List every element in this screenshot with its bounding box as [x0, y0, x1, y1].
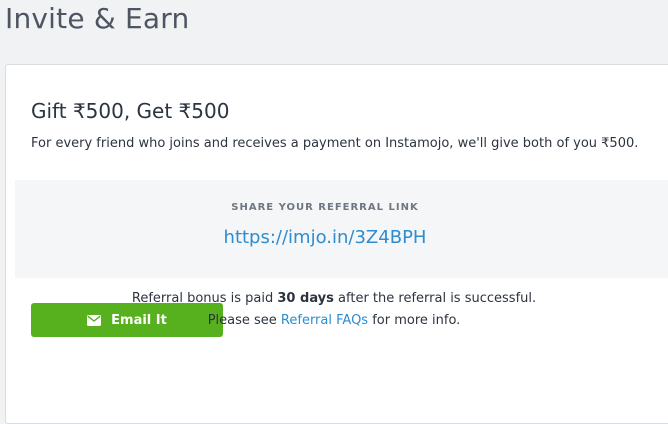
page-title: Invite & Earn	[5, 2, 190, 35]
invite-card: Gift ₹500, Get ₹500 For every friend who…	[5, 64, 668, 424]
faq-info: Please see Referral FAQs for more info.	[0, 312, 668, 330]
referral-faqs-link[interactable]: Referral FAQs	[281, 313, 368, 328]
faq-info-text-end: for more info.	[368, 313, 461, 328]
faq-info-text: Please see	[207, 313, 281, 328]
offer-description: For every friend who joins and receives …	[31, 136, 639, 151]
referral-share-box: SHARE YOUR REFERRAL LINK https://imjo.in…	[15, 180, 668, 278]
share-label: SHARE YOUR REFERRAL LINK	[231, 202, 419, 213]
bonus-info-text: Referral bonus is paid	[131, 291, 278, 306]
offer-title: Gift ₹500, Get ₹500	[31, 99, 230, 123]
referral-link[interactable]: https://imjo.in/3Z4BPH	[15, 226, 635, 250]
bonus-info: Referral bonus is paid 30 days after the…	[0, 290, 668, 308]
bonus-days: 30 days	[277, 291, 334, 306]
bonus-info-text-end: after the referral is successful.	[333, 291, 537, 306]
